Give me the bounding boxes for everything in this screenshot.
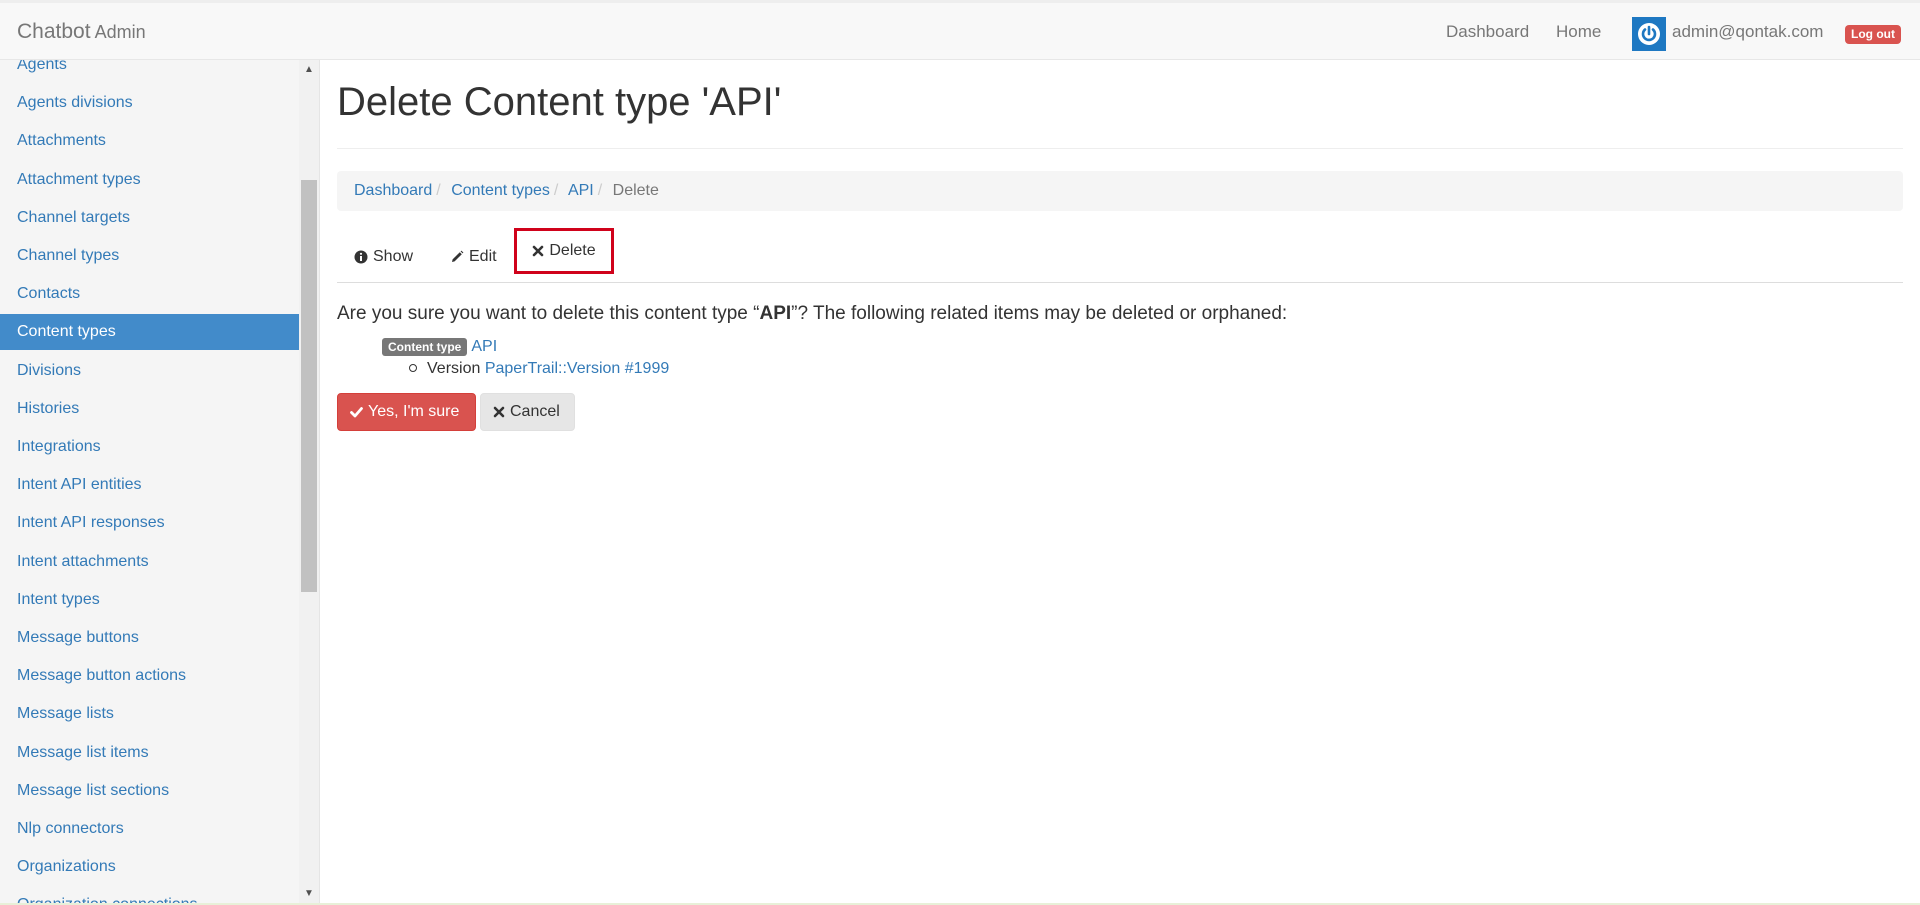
close-icon (493, 406, 505, 418)
info-circle-icon (354, 250, 368, 264)
sidebar-item-integrations[interactable]: Integrations (0, 429, 299, 465)
tab-show[interactable]: Show (354, 232, 413, 282)
list-bullet (409, 363, 417, 372)
sidebar-item-attachments[interactable]: Attachments (0, 123, 299, 159)
top-navbar: Chatbot Admin Dashboard Home admin@qontak… (0, 0, 1920, 60)
brand-title[interactable]: Chatbot (17, 20, 91, 43)
title-divider (337, 148, 1903, 149)
tab-delete-label: Delete (549, 242, 596, 259)
scroll-down-arrow-icon[interactable]: ▼ (299, 886, 319, 902)
avatar[interactable] (1632, 17, 1666, 51)
confirm-message: Are you sure you want to delete this con… (337, 303, 1287, 325)
breadcrumb-dashboard[interactable]: Dashboard (354, 182, 432, 199)
sidebar-item-contacts[interactable]: Contacts (0, 276, 299, 312)
sidebar-item-message-buttons[interactable]: Message buttons (0, 620, 299, 656)
breadcrumb-separator: / (553, 182, 559, 199)
sidebar-item-channel-targets[interactable]: Channel targets (0, 200, 299, 236)
sidebar-item-attachment-types[interactable]: Attachment types (0, 162, 299, 198)
sidebar: Agents Agents divisions Attachments Attachm… (0, 60, 320, 905)
sidebar-item-channel-types[interactable]: Channel types (0, 238, 299, 274)
page-title: Delete Content type 'API' (337, 80, 782, 124)
sidebar-item-organizations[interactable]: Organizations (0, 849, 299, 885)
power-icon (1638, 23, 1660, 45)
related-item-link[interactable]: API (471, 338, 497, 355)
related-version-item: Version PaperTrail::Version #1999 (409, 360, 669, 378)
tab-delete[interactable]: Delete (514, 228, 614, 274)
sidebar-item-intent-types[interactable]: Intent types (0, 582, 299, 618)
sidebar-item-agents-divisions[interactable]: Agents divisions (0, 85, 299, 121)
logout-button[interactable]: Log out (1845, 25, 1901, 44)
version-link[interactable]: PaperTrail::Version #1999 (485, 360, 669, 377)
breadcrumb-active: Delete (612, 182, 659, 199)
sidebar-item-intent-api-responses[interactable]: Intent API responses (0, 505, 299, 541)
brand-subtitle[interactable]: Admin (95, 22, 146, 42)
pencil-icon (452, 250, 464, 262)
brand-logo[interactable]: Chatbot Admin (17, 20, 146, 44)
close-icon (533, 245, 544, 257)
sidebar-item-message-list-sections[interactable]: Message list sections (0, 773, 299, 809)
sidebar-item-message-lists[interactable]: Message lists (0, 696, 299, 732)
sidebar-item-histories[interactable]: Histories (0, 391, 299, 427)
cancel-button[interactable]: Cancel (480, 393, 575, 431)
nav-dashboard-link[interactable]: Dashboard (1446, 22, 1529, 42)
breadcrumb-separator: / (436, 182, 441, 199)
confirm-prefix: Are you sure you want to delete this con… (337, 303, 760, 324)
breadcrumb-api[interactable]: API (568, 182, 594, 199)
scrollbar-thumb[interactable] (301, 180, 317, 592)
confirm-delete-button[interactable]: Yes, I'm sure (337, 393, 476, 431)
cancel-label: Cancel (510, 403, 560, 420)
breadcrumb-content-types[interactable]: Content types (451, 182, 550, 199)
tab-edit[interactable]: Edit (450, 232, 497, 282)
breadcrumb-separator: / (597, 182, 603, 199)
sidebar-scrollbar[interactable]: ▲ ▼ (299, 60, 319, 905)
confirm-suffix: ”? The following related items may be de… (791, 303, 1288, 324)
breadcrumb: Dashboard / Content types / API / Delete (337, 171, 1903, 211)
sidebar-item-message-list-items[interactable]: Message list items (0, 735, 299, 771)
scroll-up-arrow-icon[interactable]: ▲ (299, 62, 319, 78)
nav-home-link[interactable]: Home (1556, 22, 1601, 42)
version-label: Version (427, 360, 481, 377)
sidebar-item-message-button-actions[interactable]: Message button actions (0, 658, 299, 694)
check-icon (350, 407, 363, 418)
sidebar-item-intent-api-entities[interactable]: Intent API entities (0, 467, 299, 503)
user-email-link[interactable]: admin@qontak.com (1672, 22, 1823, 42)
sidebar-item-intent-attachments[interactable]: Intent attachments (0, 544, 299, 580)
content-type-badge: Content type (382, 338, 468, 356)
tab-show-label: Show (373, 248, 414, 265)
sidebar-item-nlp-connectors[interactable]: Nlp connectors (0, 811, 299, 847)
sidebar-item-divisions[interactable]: Divisions (0, 353, 299, 389)
related-item: Content type API (382, 338, 497, 356)
sidebar-item-agents[interactable]: Agents (0, 60, 299, 83)
action-tabs: Show Edit Delete (337, 228, 1903, 283)
confirm-item-name: API (759, 303, 792, 324)
tab-edit-label: Edit (469, 248, 497, 265)
sidebar-item-content-types[interactable]: Content types (0, 314, 299, 351)
confirm-delete-label: Yes, I'm sure (368, 403, 460, 420)
